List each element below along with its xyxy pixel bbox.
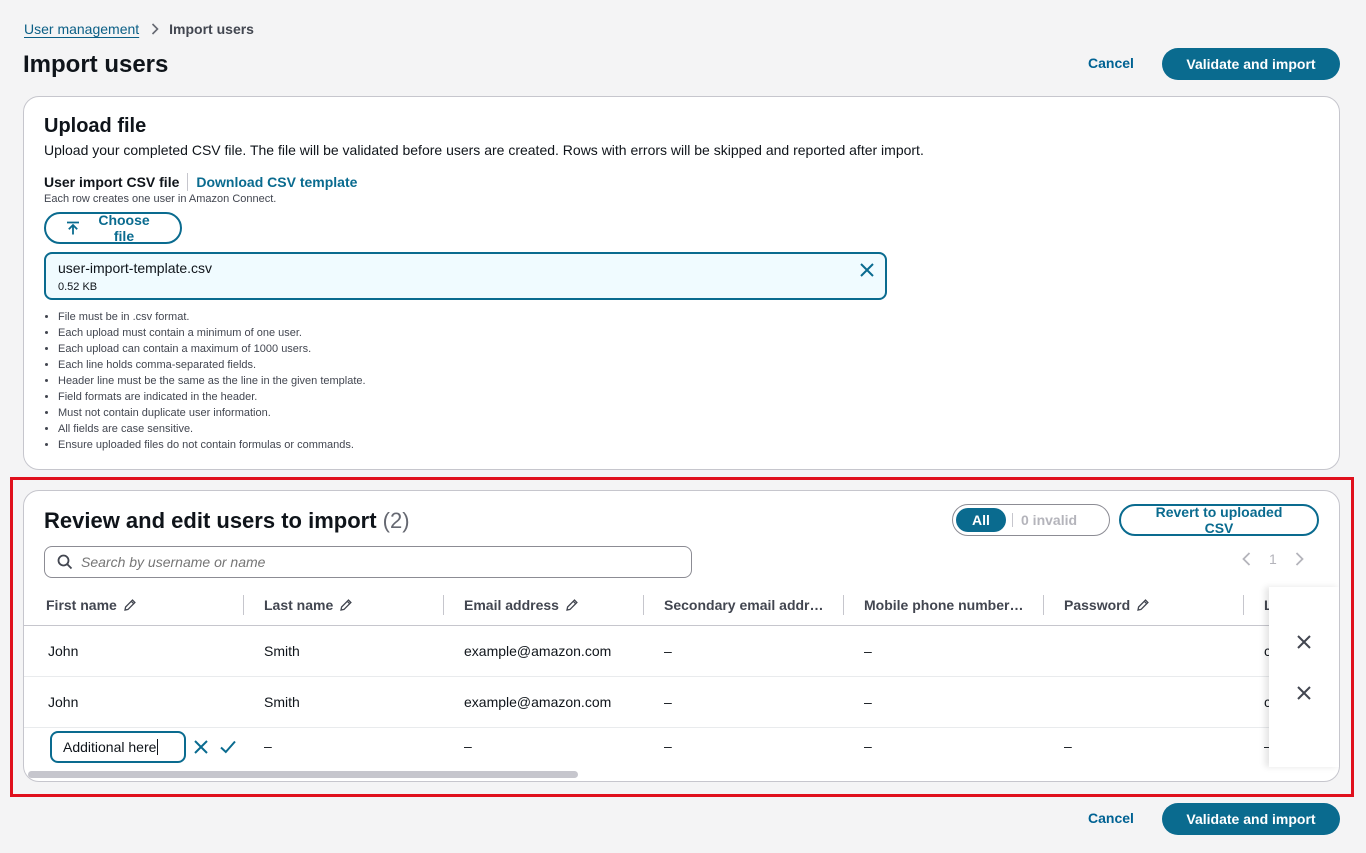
breadcrumb: User management Import users (24, 21, 254, 37)
page-title: Import users (23, 51, 169, 78)
csv-field-label-row: User import CSV file Download CSV templa… (44, 173, 357, 191)
constraint-item: Field formats are indicated in the heade… (58, 389, 366, 405)
breadcrumb-current: Import users (169, 21, 254, 37)
upload-description: Upload your completed CSV file. The file… (44, 142, 924, 158)
validate-import-button-bottom[interactable]: Validate and import (1162, 803, 1340, 835)
highlight-box (10, 477, 1354, 797)
constraint-item: File must be in .csv format. (58, 309, 366, 325)
download-template-link[interactable]: Download CSV template (196, 174, 357, 190)
csv-field-hint: Each row creates one user in Amazon Conn… (44, 193, 277, 205)
constraint-item: Must not contain duplicate user informat… (58, 405, 366, 421)
choose-file-button[interactable]: Choose file (44, 212, 182, 244)
upload-file-heading: Upload file (44, 115, 147, 137)
constraint-item: Ensure uploaded files do not contain for… (58, 437, 366, 453)
constraint-item: All fields are case sensitive. (58, 421, 366, 437)
chevron-right-icon (151, 23, 159, 35)
file-name: user-import-template.csv (58, 260, 213, 276)
constraint-item: Each upload can contain a maximum of 100… (58, 341, 366, 357)
breadcrumb-link-user-management[interactable]: User management (24, 21, 139, 37)
cancel-button-top[interactable]: Cancel (1088, 55, 1134, 71)
cancel-button-bottom[interactable]: Cancel (1088, 810, 1134, 826)
upload-file-panel: Upload file Upload your completed CSV fi… (23, 96, 1340, 470)
constraint-item: Header line must be the same as the line… (58, 373, 366, 389)
file-constraints-list: File must be in .csv format. Each upload… (58, 309, 366, 453)
upload-icon (66, 221, 80, 235)
constraint-item: Each upload must contain a minimum of on… (58, 325, 366, 341)
constraint-item: Each line holds comma-separated fields. (58, 357, 366, 373)
choose-file-label: Choose file (98, 212, 150, 244)
validate-import-button-top[interactable]: Validate and import (1162, 48, 1340, 80)
csv-field-label: User import CSV file (44, 174, 180, 190)
remove-file-icon[interactable] (857, 260, 877, 280)
selected-file-tile: user-import-template.csv 0.52 KB (44, 252, 887, 300)
file-size: 0.52 KB (58, 281, 98, 293)
label-divider (187, 173, 189, 191)
